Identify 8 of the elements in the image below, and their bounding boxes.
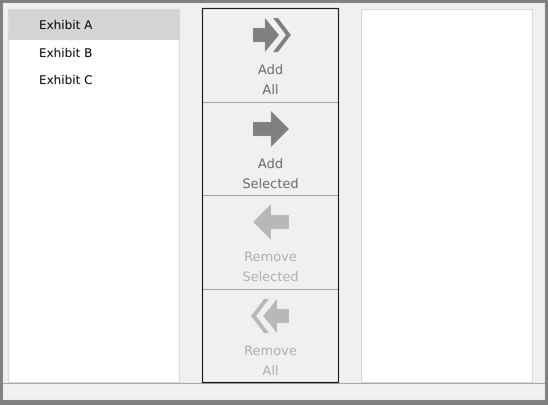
list-item[interactable]: Exhibit B (9, 40, 179, 67)
source-list[interactable]: Exhibit A Exhibit B Exhibit C (8, 9, 180, 383)
target-list[interactable] (361, 9, 533, 383)
double-right-arrow-icon (250, 15, 290, 55)
right-arrow-icon (250, 108, 290, 148)
list-item[interactable]: Exhibit C (9, 67, 179, 94)
left-arrow-icon (250, 202, 290, 242)
list-item[interactable]: Exhibit A (9, 10, 179, 40)
